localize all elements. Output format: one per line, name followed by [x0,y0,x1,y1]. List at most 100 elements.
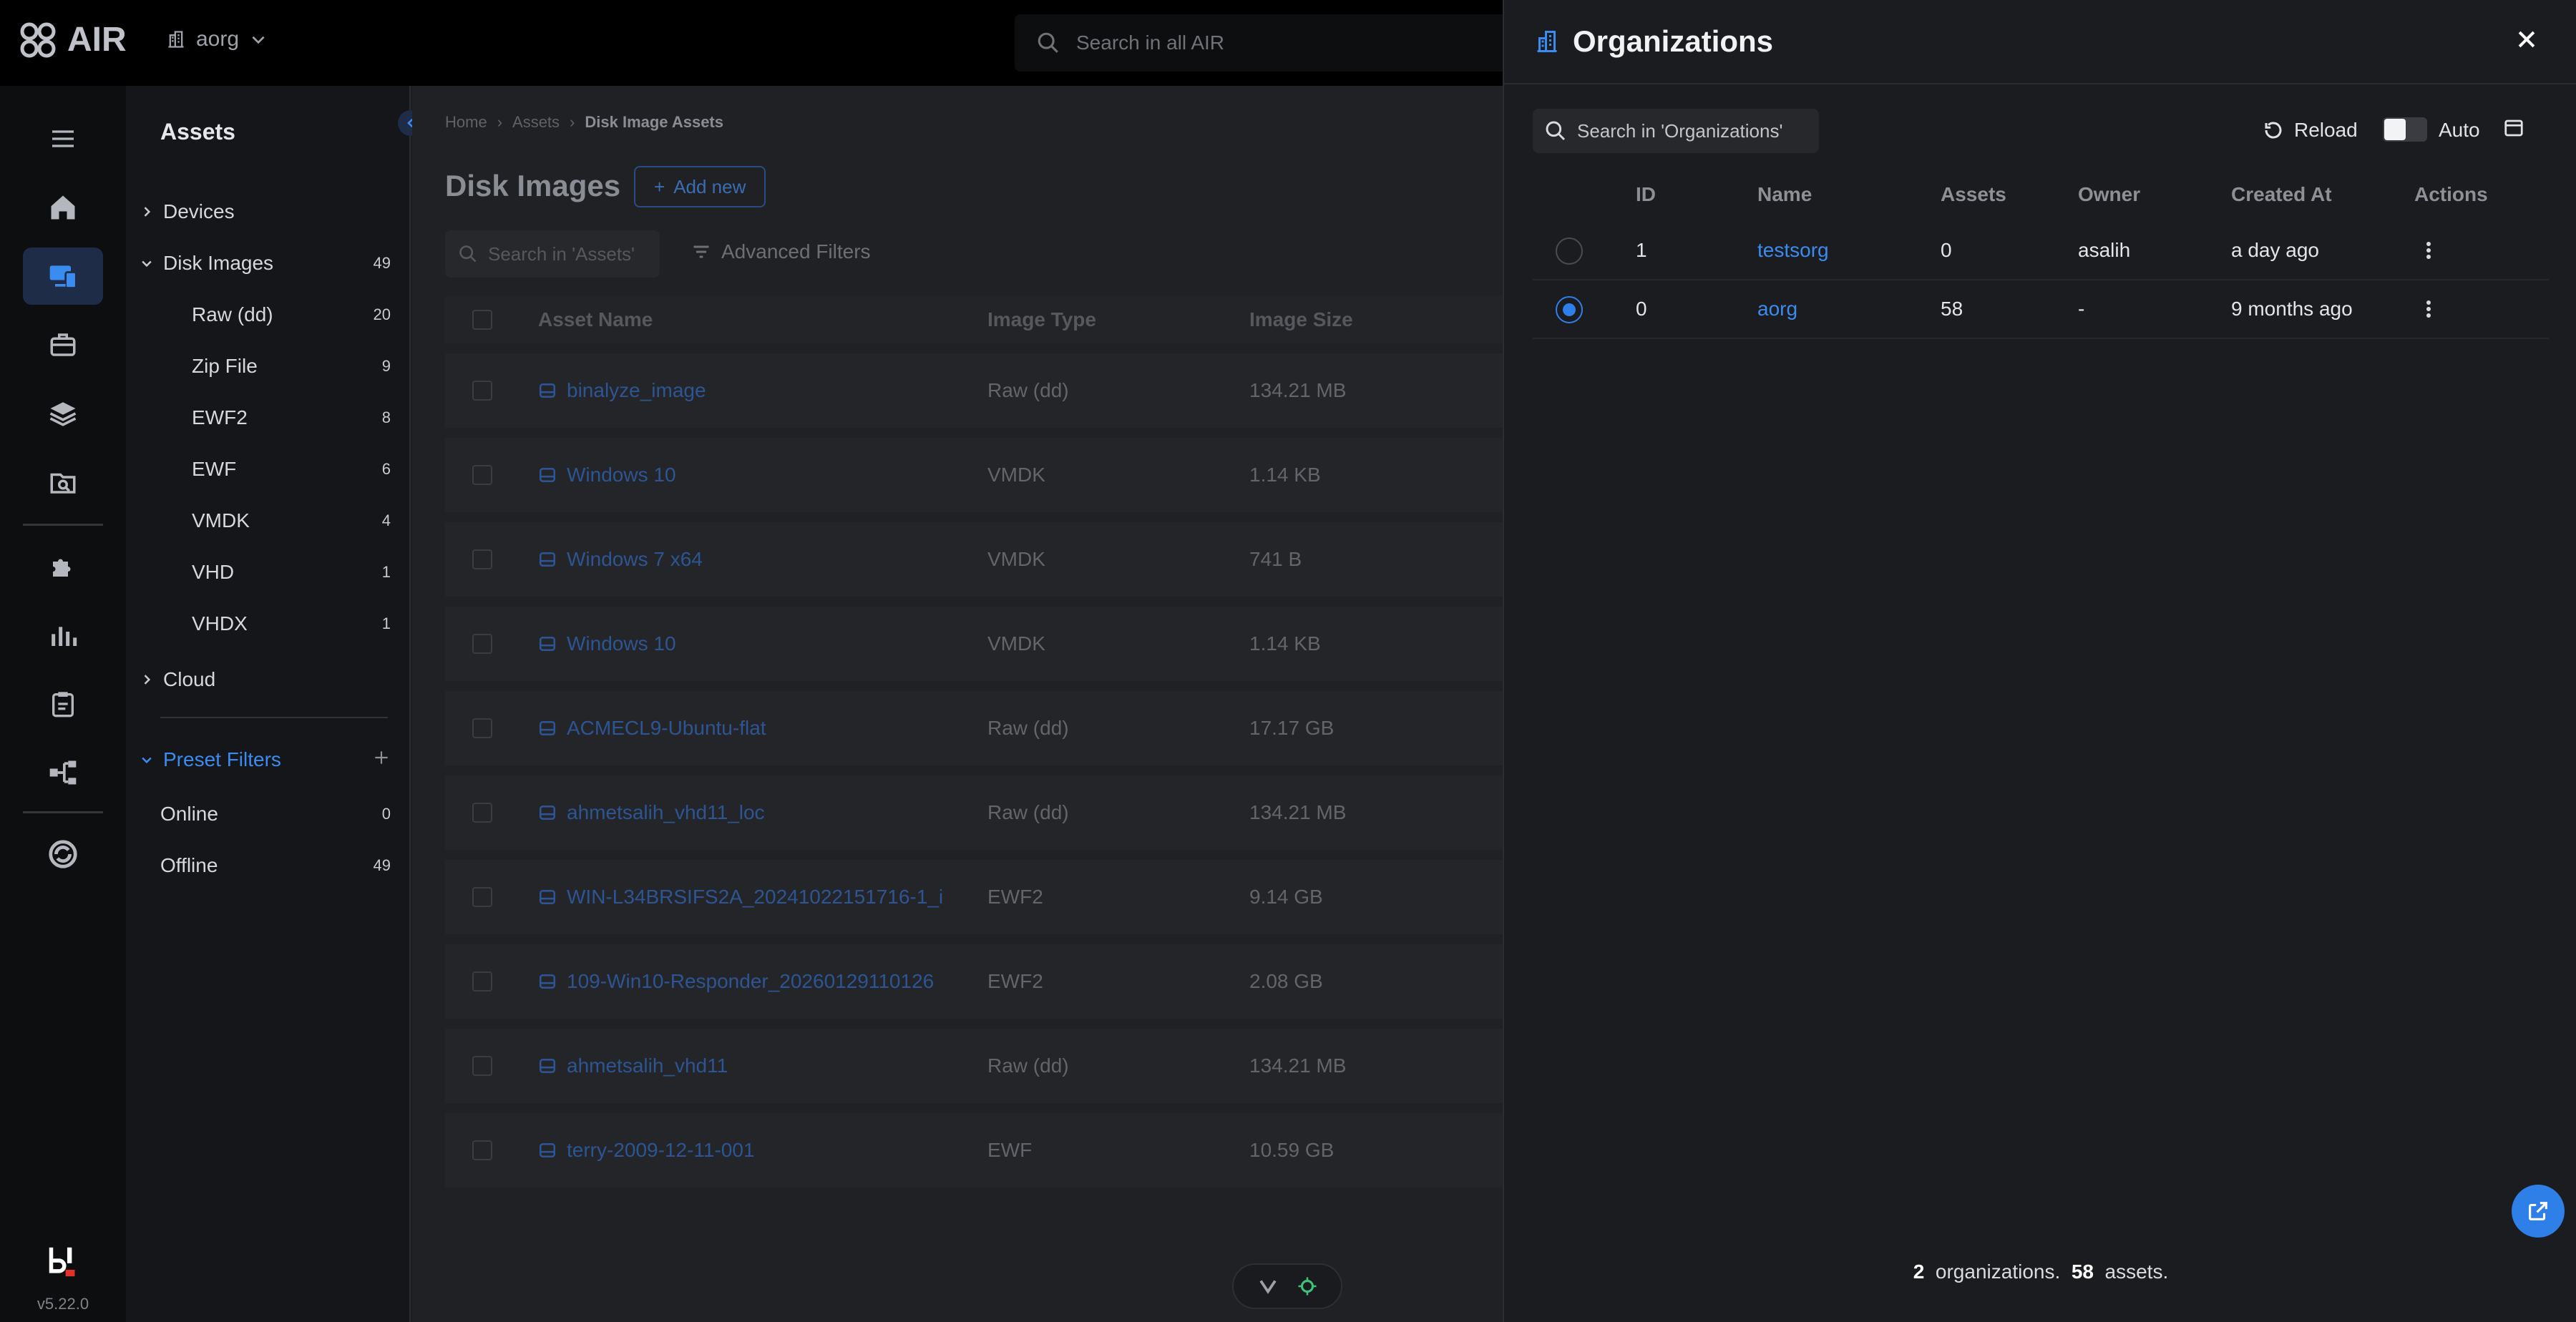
row-checkbox[interactable] [472,803,492,823]
nav-item-online[interactable]: Online 0 [136,793,401,836]
more-vertical-icon[interactable] [2424,296,2433,322]
table-row[interactable]: 109-Win10-Responder_20260129110126 EWF2 2.… [445,944,1504,1019]
nav-item-vmdk[interactable]: VMDK 4 [136,499,401,542]
app-name: AIR [67,21,127,59]
nav-item-preset-filters[interactable]: Preset Filters [136,738,401,781]
nav-item-vhdx[interactable]: VHDX 1 [136,602,401,645]
image-type: VMDK [987,464,1045,486]
asset-name-link[interactable]: WIN-L34BRSIFS2A_20241022151716-1_i [538,886,943,909]
row-checkbox[interactable] [472,718,492,738]
org-name-link[interactable]: testsorg [1757,239,1829,262]
row-checkbox[interactable] [472,971,492,991]
column-asset-name[interactable]: Asset Name [538,308,653,331]
column-created-at[interactable]: Created At [2231,183,2332,206]
nav-item-cloud[interactable]: Cloud [136,658,401,701]
investigation-icon[interactable] [23,454,103,511]
row-radio[interactable] [1556,238,1583,265]
row-checkbox[interactable] [472,1140,492,1160]
asset-name-link[interactable]: Windows 10 [538,464,676,486]
column-name[interactable]: Name [1757,183,1812,206]
nav-item-offline[interactable]: Offline 49 [136,844,401,887]
column-id[interactable]: ID [1636,183,1656,206]
asset-name: 109-Win10-Responder_20260129110126 [567,970,935,992]
advanced-filters-button[interactable]: Advanced Filters [691,240,871,263]
asset-name-link[interactable]: 109-Win10-Responder_20260129110126 [538,970,934,993]
org-count: 2 [1913,1260,1925,1283]
table-row[interactable]: terry-2009-12-11-001 EWF 10.59 GB [445,1113,1504,1188]
settings-icon[interactable] [23,826,103,883]
open-external-button[interactable] [2512,1185,2565,1238]
asset-name-link[interactable]: binalyze_image [538,379,706,402]
org-switcher[interactable]: aorg [166,27,268,52]
assets-icon[interactable] [23,248,103,305]
column-assets[interactable]: Assets [1941,183,2006,206]
table-row[interactable]: binalyze_image Raw (dd) 134.21 MB [445,353,1504,428]
row-checkbox[interactable] [472,549,492,569]
row-checkbox[interactable] [472,634,492,654]
columns-icon[interactable] [2503,117,2524,139]
table-row[interactable]: Windows 10 VMDK 1.14 KB [445,607,1504,681]
column-image-type[interactable]: Image Type [987,308,1096,331]
add-preset-icon[interactable] [372,748,391,771]
column-image-size[interactable]: Image Size [1249,308,1353,331]
menu-icon[interactable] [23,110,103,167]
asset-name-link[interactable]: Windows 7 x64 [538,548,703,571]
nav-item-ewf[interactable]: EWF 6 [136,448,401,491]
global-search[interactable]: Search in all AIR [1015,14,1516,72]
reload-button[interactable]: Reload [2263,119,2358,142]
row-checkbox[interactable] [472,381,492,401]
nav-item-zip-file[interactable]: Zip File 9 [136,345,401,388]
select-all-checkbox[interactable] [472,310,492,330]
asset-name-link[interactable]: Windows 10 [538,632,676,655]
nav-item-disk-images[interactable]: Disk Images 49 [136,242,401,285]
table-row[interactable]: 0 aorg 58 - 9 months ago [1533,280,2549,339]
table-row[interactable]: ahmetsalih_vhd11 Raw (dd) 134.21 MB [445,1029,1504,1103]
home-icon[interactable] [23,179,103,236]
page-title: Disk Images [445,169,621,202]
table-row[interactable]: ahmetsalih_vhd11_loc Raw (dd) 134.21 MB [445,775,1504,850]
breadcrumb-home[interactable]: Home [445,113,487,132]
org-name-link[interactable]: aorg [1757,298,1797,320]
row-checkbox[interactable] [472,1056,492,1076]
image-size: 2.08 GB [1249,970,1323,992]
reload-icon [2265,122,2282,139]
chevron-down-icon[interactable] [1257,1276,1279,1297]
target-icon[interactable] [1297,1276,1318,1297]
table-row[interactable]: 1 testsorg 0 asalih a day ago [1533,222,2549,280]
chevron-right-icon: › [570,113,575,131]
image-size: 1.14 KB [1249,632,1321,655]
layers-icon[interactable] [23,385,103,442]
reports-icon[interactable] [23,607,103,664]
nav-title: Assets [160,119,235,145]
table-row[interactable]: WIN-L34BRSIFS2A_20241022151716-1_i EWF2 9.… [445,860,1504,934]
cases-icon[interactable] [23,316,103,373]
add-new-button[interactable]: + Add new [634,166,766,207]
nav-item-ewf2[interactable]: EWF2 8 [136,396,401,439]
table-row[interactable]: Windows 7 x64 VMDK 741 B [445,522,1504,597]
more-vertical-icon[interactable] [2424,238,2433,263]
asset-name-link[interactable]: ACMECL9-Ubuntu-flat [538,717,766,740]
puzzle-icon[interactable] [23,538,103,595]
table-row[interactable]: ACMECL9-Ubuntu-flat Raw (dd) 17.17 GB [445,691,1504,765]
asset-name-link[interactable]: terry-2009-12-11-001 [538,1139,755,1162]
row-checkbox[interactable] [472,887,492,907]
image-type: Raw (dd) [987,717,1069,739]
organizations-search-input[interactable]: Search in 'Organizations' [1533,109,1819,153]
auto-reload-toggle[interactable] [2383,117,2427,142]
close-icon[interactable] [2514,27,2539,52]
table-row[interactable]: Windows 10 VMDK 1.14 KB [445,438,1504,512]
column-owner[interactable]: Owner [2078,183,2140,206]
nav-item-raw-dd[interactable]: Raw (dd) 20 [136,293,401,336]
clipboard-icon[interactable] [23,675,103,733]
nav-item-vhd[interactable]: VHD 1 [136,551,401,594]
asset-name: binalyze_image [567,379,706,401]
asset-name-link[interactable]: ahmetsalih_vhd11 [538,1054,728,1077]
breadcrumb-assets[interactable]: Assets [512,113,560,132]
app-logo[interactable]: AIR [19,20,127,59]
workflow-icon[interactable] [23,744,103,801]
row-checkbox[interactable] [472,465,492,485]
assets-search-input[interactable]: Search in 'Assets' [445,230,660,278]
asset-name-link[interactable]: ahmetsalih_vhd11_loc [538,801,765,824]
row-radio[interactable] [1556,296,1583,323]
nav-item-devices[interactable]: Devices [136,190,401,233]
